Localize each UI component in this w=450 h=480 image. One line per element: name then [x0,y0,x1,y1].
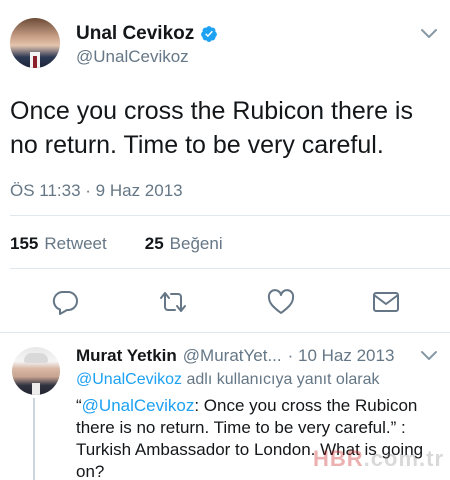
author-name[interactable]: Unal Cevikoz [76,23,194,45]
tweet-stats: 155 Retweet 25 Beğeni [10,234,223,254]
reply-avatar[interactable] [12,347,60,395]
author-row: Unal Cevikoz [76,23,218,45]
reply-author-name[interactable]: Murat Yetkin [76,346,177,366]
divider [0,332,450,333]
divider [10,215,450,216]
like-button[interactable] [266,287,296,317]
like-label: Beğeni [169,234,223,253]
reply-button[interactable] [50,287,80,317]
chevron-down-icon[interactable] [420,28,438,40]
divider [10,268,450,269]
direct-message-icon [373,292,399,312]
retweet-stat[interactable]: 155 Retweet [10,234,107,254]
avatar-hair [24,353,48,363]
avatar-tie [33,56,37,68]
direct-message-button[interactable] [371,287,401,317]
like-icon [267,289,295,314]
like-count: 25 [144,234,164,253]
like-stat[interactable]: 25 Beğeni [145,234,223,254]
watermark-brand: HBR [313,446,364,471]
verified-badge-icon [201,26,218,42]
main-tweet: Unal Cevikoz @UnalCevikoz Once you cross… [0,0,450,334]
retweet-button[interactable] [158,287,188,317]
reply-author-handle[interactable]: @MuratYet... [183,346,282,366]
thread-line [33,398,35,480]
replying-to-mention[interactable]: @UnalCevikoz [76,371,182,388]
watermark-suffix: .com.tr [363,446,445,471]
replying-to-suffix: adlı kullanıcıya yanıt olarak [182,371,380,388]
retweet-count: 155 [10,234,39,253]
reply-header: Murat Yetkin @MuratYet... · 10 Haz 2013 [76,346,394,366]
replying-to: @UnalCevikoz adlı kullanıcıya yanıt olar… [76,371,380,389]
avatar-shirt [32,383,40,395]
chevron-down-icon[interactable] [420,350,438,362]
retweet-icon [160,292,186,312]
reply-date[interactable]: · 10 Haz 2013 [288,346,395,366]
avatar[interactable] [10,18,60,68]
watermark-logo: HBR.com.tr [313,446,444,472]
tweet-text: Once you cross the Rubicon there is no r… [10,97,413,159]
reply-icon [52,291,78,315]
reply-text-mention[interactable]: @UnalCevikoz [82,396,195,415]
author-handle[interactable]: @UnalCevikoz [76,47,189,67]
retweet-label: Retweet [44,234,107,253]
tweet-timestamp[interactable]: ÖS 11:33 · 9 Haz 2013 [10,181,183,201]
